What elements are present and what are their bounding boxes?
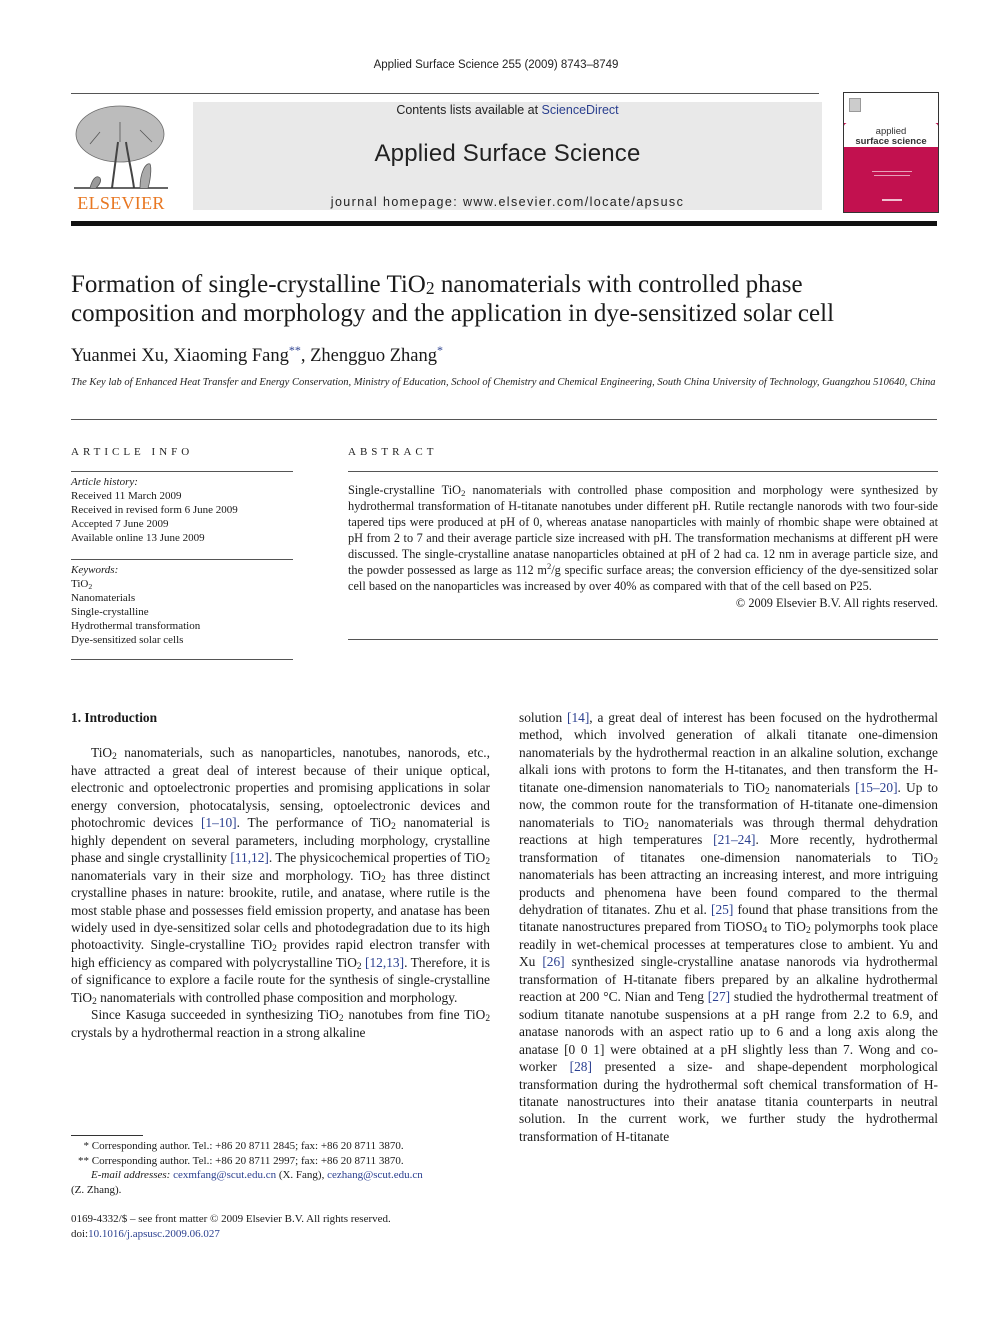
- corresponding-author-mark[interactable]: *: [437, 343, 443, 357]
- title-line-2: composition and morphology and the appli…: [71, 300, 835, 327]
- doi-line: doi:10.1016/j.apsusc.2009.06.027: [71, 1228, 220, 1240]
- contents-prefix: Contents lists available at: [396, 103, 542, 117]
- title-line-1: Formation of single-crystalline TiO2 nan…: [71, 271, 803, 298]
- article-info-heading: ARTICLE INFO: [71, 446, 194, 458]
- email-link[interactable]: cezhang@scut.edu.cn: [327, 1169, 423, 1181]
- divider: [348, 471, 938, 472]
- author-name[interactable]: Xiaoming Fang: [173, 346, 289, 366]
- paragraph: solution [14], a great deal of interest …: [519, 710, 938, 1144]
- contents-line: Contents lists available at ScienceDirec…: [193, 103, 822, 117]
- history-revised: Received in revised form 6 June 2009: [71, 504, 238, 516]
- history-label: Article history:: [71, 476, 138, 488]
- keywords-label: Keywords:: [71, 564, 119, 576]
- front-matter: 0169-4332/$ – see front matter © 2009 El…: [71, 1212, 491, 1242]
- cover-title-line2: surface science: [855, 136, 927, 147]
- body-left-column: 1. Introduction TiO2 nanomaterials, such…: [71, 709, 490, 1041]
- citation-link[interactable]: [12,13]: [365, 955, 404, 970]
- divider: [348, 639, 938, 640]
- citation-link[interactable]: [25]: [711, 902, 733, 917]
- journal-name: Applied Surface Science: [374, 140, 641, 167]
- citation-link[interactable]: [11,12]: [230, 850, 269, 865]
- divider: [71, 659, 293, 660]
- cover-footer-mark: [882, 199, 902, 201]
- footnotes: * Corresponding author. Tel.: +86 20 871…: [71, 1139, 491, 1197]
- footnote: * Corresponding author. Tel.: +86 20 871…: [83, 1140, 404, 1152]
- history-accepted: Accepted 7 June 2009: [71, 518, 169, 530]
- keyword: Single-crystalline: [71, 606, 149, 618]
- elsevier-wordmark: ELSEVIER: [77, 193, 165, 213]
- citation-link[interactable]: [26]: [542, 954, 564, 969]
- divider: [71, 559, 293, 560]
- author-name[interactable]: Zhengguo Zhang: [310, 346, 437, 366]
- paragraph: Since Kasuga succeeded in synthesizing T…: [71, 1007, 490, 1040]
- author-name[interactable]: Yuanmei Xu: [71, 346, 164, 366]
- issn-line: 0169-4332/$ – see front matter © 2009 El…: [71, 1213, 391, 1225]
- keywords: Keywords: TiO2 Nanomaterials Single-crys…: [71, 563, 293, 647]
- keyword: Dye-sensitized solar cells: [71, 634, 184, 646]
- copyright-notice: © 2009 Elsevier B.V. All rights reserved…: [735, 596, 938, 610]
- divider: [71, 471, 293, 472]
- article-info-column: ARTICLE INFO Article history: Received 1…: [71, 446, 293, 660]
- corresponding-author-mark[interactable]: **: [289, 343, 301, 357]
- journal-cover-thumbnail: applied surface science: [843, 92, 939, 213]
- doi-link[interactable]: 10.1016/j.apsusc.2009.06.027: [88, 1228, 220, 1240]
- cover-subtitle-line: [874, 175, 910, 176]
- citation-link[interactable]: [1–10]: [201, 815, 237, 830]
- citation-link[interactable]: [15–20]: [855, 780, 897, 795]
- email-link[interactable]: cexmfang@scut.edu.cn: [173, 1169, 276, 1181]
- keyword: TiO2: [71, 578, 93, 591]
- article-title: Formation of single-crystalline TiO2 nan…: [71, 270, 951, 328]
- paragraph: TiO2 nanomaterials, such as nanoparticle…: [71, 745, 491, 1007]
- section-heading: 1. Introduction: [71, 710, 158, 725]
- affiliation: The Key lab of Enhanced Heat Transfer an…: [71, 377, 936, 388]
- abstract-text: Single-crystalline TiO2 nanomaterials wi…: [348, 483, 938, 593]
- footnote: ** Corresponding author. Tel.: +86 20 87…: [78, 1154, 404, 1167]
- citation-link[interactable]: [28]: [570, 1059, 592, 1074]
- citation-link[interactable]: [21–24]: [713, 832, 755, 847]
- cover-title: applied surface science: [844, 127, 938, 147]
- citation-link[interactable]: [27]: [708, 989, 730, 1004]
- cover-subtitle-line: [872, 171, 912, 172]
- article-history: Article history: Received 11 March 2009 …: [71, 475, 293, 545]
- sciencedirect-link[interactable]: ScienceDirect: [542, 103, 619, 117]
- keyword: Nanomaterials: [71, 592, 136, 604]
- footnote-divider: [71, 1135, 143, 1136]
- email-addresses: E-mail addresses: cexmfang@scut.edu.cn (…: [91, 1169, 423, 1181]
- keyword: Hydrothermal transformation: [71, 620, 201, 632]
- citation-link[interactable]: [14]: [567, 710, 589, 725]
- running-head: Applied Surface Science 255 (2009) 8743–…: [373, 59, 619, 71]
- cover-elsevier-mini-icon: [849, 98, 861, 112]
- history-online: Available online 13 June 2009: [71, 532, 205, 544]
- header-thick-rule: [71, 221, 937, 226]
- body-right-column: solution [14], a great deal of interest …: [519, 709, 938, 1145]
- abstract-heading: ABSTRACT: [348, 446, 438, 458]
- abstract-column: ABSTRACT Single-crystalline TiO2 nanomat…: [348, 446, 938, 640]
- history-received: Received 11 March 2009: [71, 490, 182, 502]
- header-divider: [71, 93, 819, 94]
- title-divider: [71, 419, 937, 420]
- author-list: Yuanmei Xu, Xiaoming Fang**, Zhengguo Zh…: [71, 343, 444, 366]
- journal-homepage-link[interactable]: journal homepage: www.elsevier.com/locat…: [193, 195, 822, 209]
- email-owner: (Z. Zhang).: [71, 1183, 122, 1196]
